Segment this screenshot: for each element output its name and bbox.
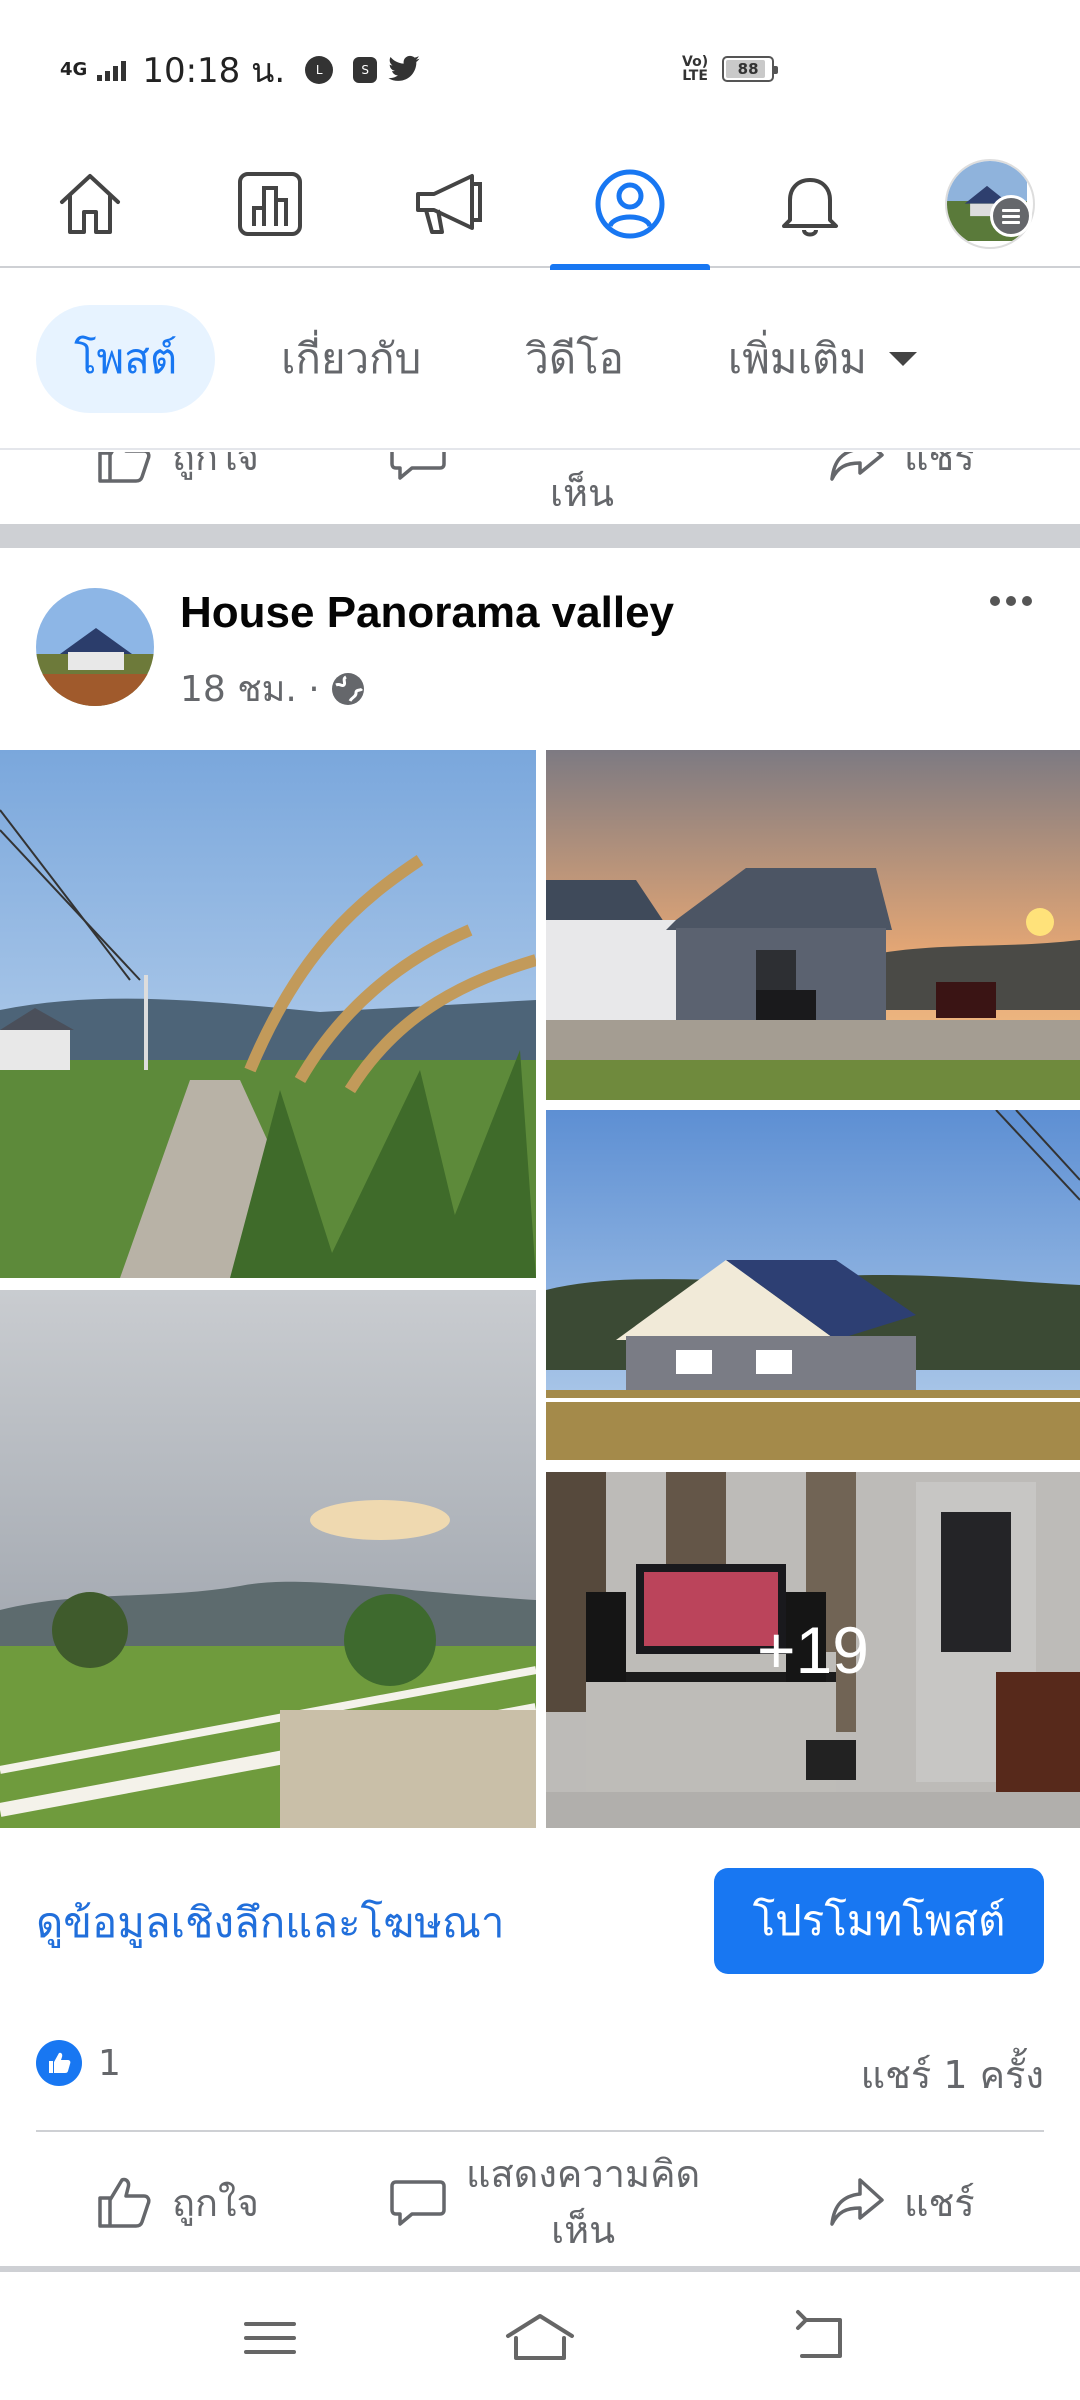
previous-like-button[interactable]: ถูกใจ xyxy=(94,452,259,487)
tab-videos[interactable]: วิดีโอ xyxy=(487,305,662,413)
shopping-app-icon: S xyxy=(353,57,378,83)
tab-posts[interactable]: โพสต์ xyxy=(36,305,216,413)
back-icon[interactable] xyxy=(792,2308,852,2368)
post-photo-1[interactable] xyxy=(0,750,536,1278)
like-label: ถูกใจ xyxy=(172,2180,259,2225)
clock: 10:18 น. xyxy=(142,51,286,91)
comment-button[interactable]: แสดงความคิด เห็น xyxy=(388,2140,700,2264)
network-type: 4G xyxy=(60,59,88,80)
previous-share-button[interactable]: แชร์ xyxy=(826,452,975,487)
reaction-summary[interactable]: 1 xyxy=(36,2040,121,2086)
recent-apps-icon[interactable] xyxy=(240,2308,300,2368)
menu-badge-icon[interactable] xyxy=(990,195,1032,237)
more-options-button[interactable] xyxy=(990,596,1032,606)
post-author-name[interactable]: House Panorama valley xyxy=(180,588,674,638)
share-label: แชร์ xyxy=(904,2180,975,2225)
post-photo-2[interactable] xyxy=(0,1290,536,1828)
battery-level: 88 xyxy=(737,60,759,78)
previous-like-label: ถูกใจ xyxy=(172,452,259,479)
top-nav xyxy=(0,140,1080,270)
share-button[interactable]: แชร์ xyxy=(826,2140,975,2264)
share-icon xyxy=(830,2178,884,2226)
twitter-icon xyxy=(388,55,420,81)
previous-post-actions: ถูกใจ เห็น แชร์ xyxy=(0,452,1080,524)
nav-notifications[interactable] xyxy=(720,140,900,268)
nav-home[interactable] xyxy=(0,140,180,268)
previous-share-label: แชร์ xyxy=(904,452,975,479)
post-photo-3[interactable] xyxy=(546,750,1080,1100)
thumbs-up-icon xyxy=(98,2177,151,2228)
post-actions: ถูกใจ แสดงความคิด เห็น แชร์ xyxy=(0,2140,1080,2264)
post-meta: 18 ชม. · xyxy=(180,660,366,717)
bell-icon xyxy=(782,178,838,237)
comment-label-line2: เห็น xyxy=(551,2208,616,2252)
like-button[interactable]: ถูกใจ xyxy=(94,2140,259,2264)
nav-ads[interactable] xyxy=(360,140,540,268)
tab-about[interactable]: เกี่ยวกับ xyxy=(243,305,459,413)
post-photo-4[interactable] xyxy=(546,1110,1080,1460)
post-time[interactable]: 18 ชม. · xyxy=(180,660,320,717)
previous-comment-button[interactable] xyxy=(388,452,448,486)
system-navigation-bar xyxy=(0,2272,1080,2400)
tab-more[interactable]: เพิ่มเติม xyxy=(690,305,917,413)
nav-profile[interactable] xyxy=(540,140,720,270)
more-photos-count[interactable]: +19 xyxy=(546,1472,1080,1828)
status-bar: 4G 10:18 น. L S Vo) LTE 88 xyxy=(0,0,1080,140)
like-reaction-icon xyxy=(36,2040,82,2086)
comment-icon xyxy=(390,2180,446,2226)
volte-icon: Vo) LTE xyxy=(682,54,709,84)
actions-divider xyxy=(36,2130,1044,2132)
globe-icon xyxy=(331,672,364,705)
system-home-icon[interactable] xyxy=(504,2308,576,2368)
promote-post-button[interactable]: โปรโมทโพสต์ xyxy=(714,1868,1044,1974)
page-insights-icon xyxy=(238,172,302,236)
comment-icon xyxy=(390,452,446,480)
comment-label-line1: แสดงความคิด xyxy=(466,2152,701,2196)
like-count: 1 xyxy=(98,2042,121,2084)
line-app-icon: L xyxy=(305,56,334,84)
share-count[interactable]: แชร์ 1 ครั้ง xyxy=(861,2044,1044,2105)
home-icon xyxy=(60,174,120,234)
profile-icon xyxy=(595,169,665,239)
insights-and-ads-link[interactable]: ดูข้อมูลเชิงลึกและโฆษณา xyxy=(36,1890,505,1956)
share-icon xyxy=(830,452,884,481)
nav-pages[interactable] xyxy=(180,140,360,268)
signal-icon xyxy=(97,59,127,81)
megaphone-icon xyxy=(416,174,482,234)
profile-tabs: โพสต์ เกี่ยวกับ วิดีโอ เพิ่มเติม xyxy=(0,270,1080,450)
nav-account[interactable] xyxy=(900,140,1080,268)
post-author-avatar[interactable] xyxy=(36,588,154,706)
thumbs-up-icon xyxy=(98,452,151,483)
battery-icon: 88 xyxy=(722,56,779,82)
tab-more-label: เพิ่มเติม xyxy=(727,334,867,383)
previous-comment-label: เห็น xyxy=(550,471,615,515)
caret-down-icon xyxy=(888,352,917,366)
post-separator xyxy=(0,524,1080,548)
post-photo-5[interactable]: +19 xyxy=(546,1472,1080,1828)
